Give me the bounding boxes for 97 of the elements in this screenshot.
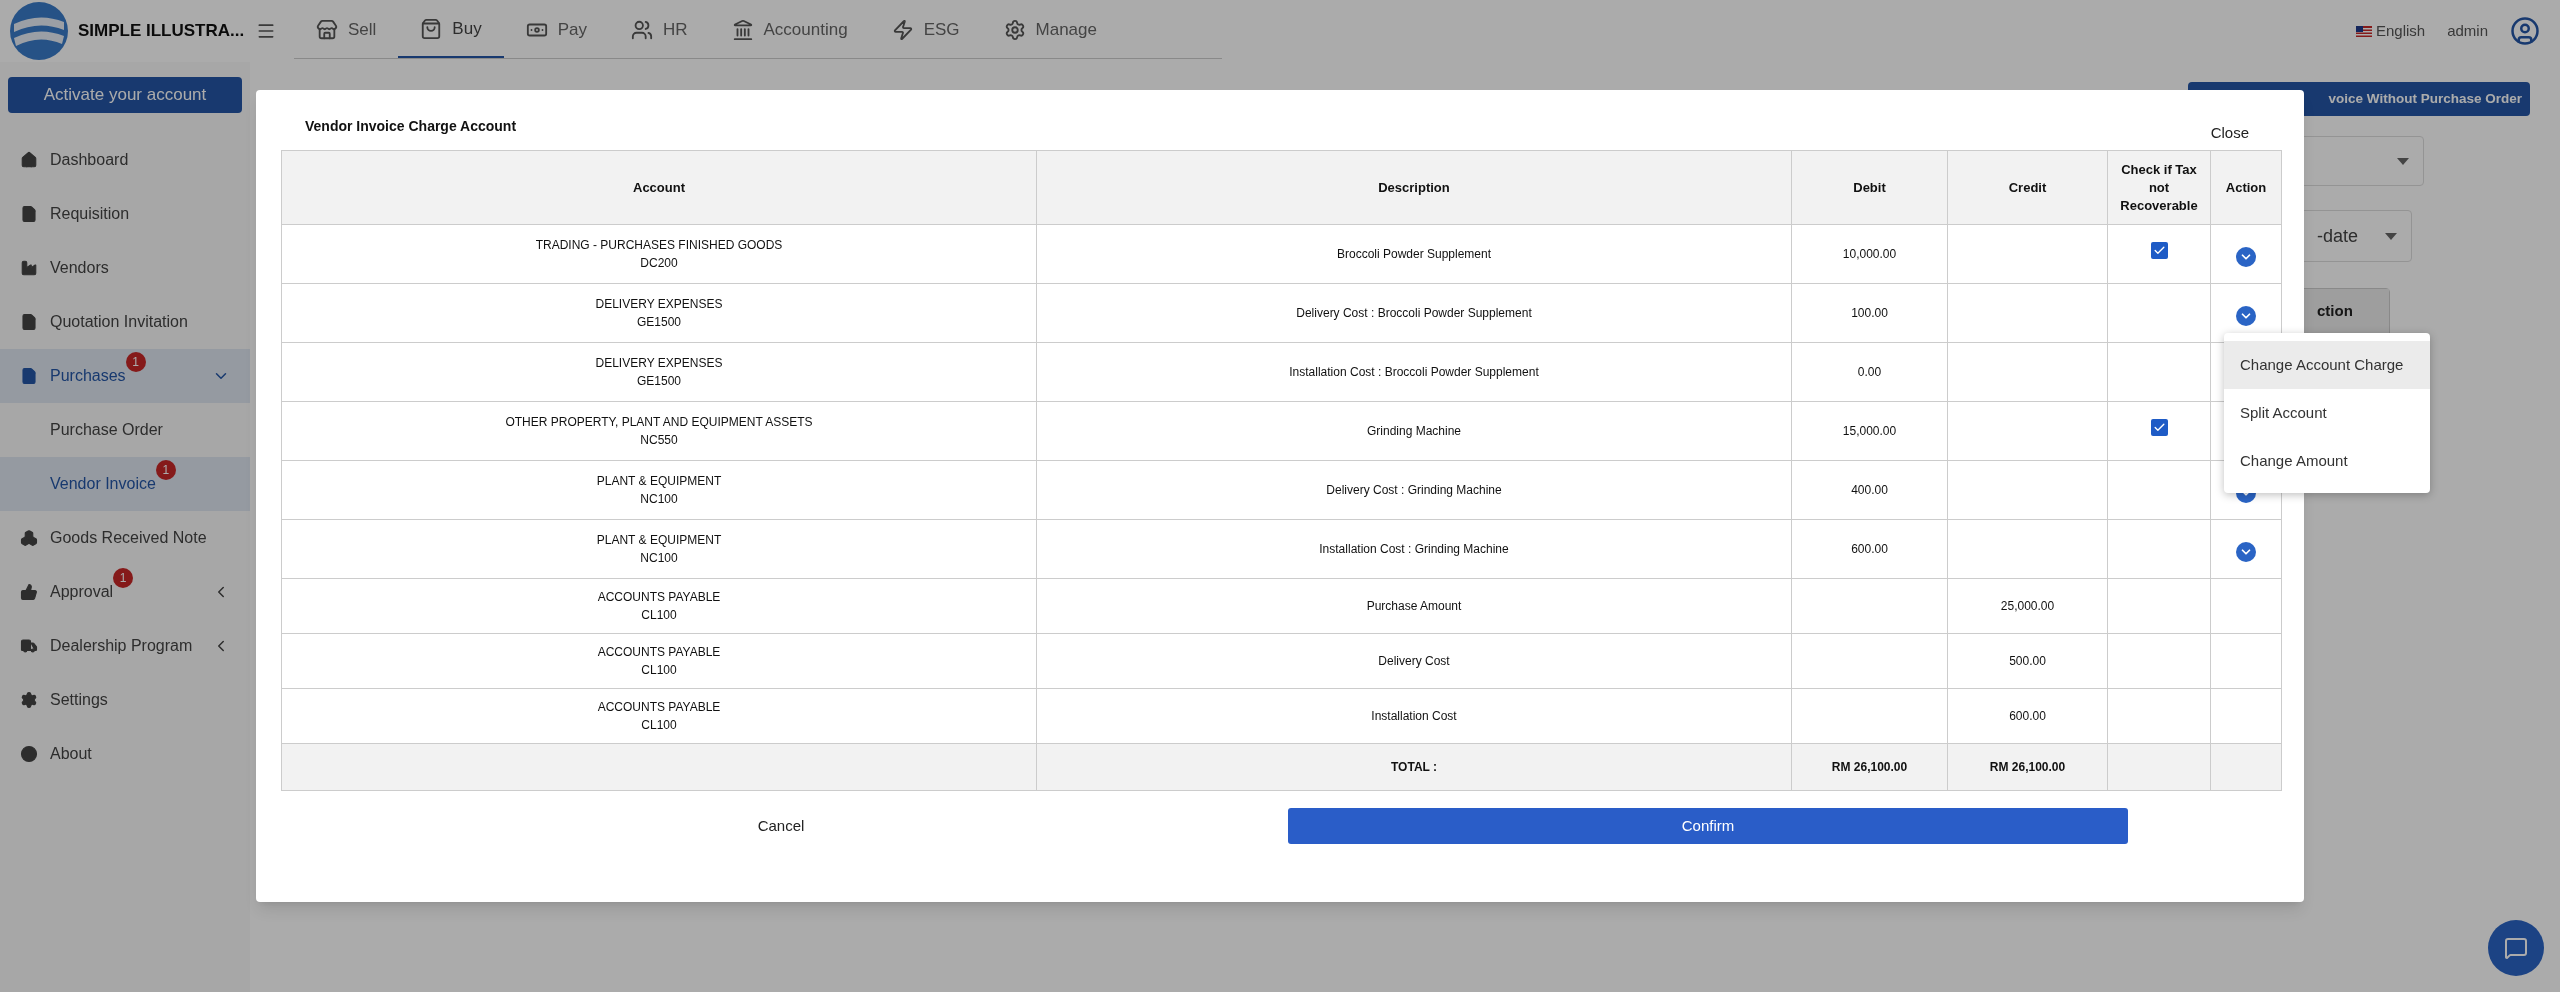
table-cell: DELIVERY EXPENSES GE1500 [281,342,1037,402]
caret-icon [2385,232,2397,240]
factory-icon [20,259,38,277]
table-cell: 600.00 [1791,519,1948,579]
table-cell: PLANT & EQUIPMENT NC100 [281,460,1037,520]
nav-tab[interactable]: Sell [294,2,399,58]
cancel-button[interactable]: Cancel [747,808,815,844]
store-icon [316,19,338,41]
table-cell: 600.00 [1947,688,2108,744]
table-cell: DELIVERY EXPENSES GE1500 [281,283,1037,343]
table-cell: 25,000.00 [1947,578,2108,634]
sidebar-item[interactable]: Approval 1 [0,565,250,619]
user-name[interactable]: admin [2447,19,2488,43]
brand-name: SIMPLE ILLUSTRA... [78,20,245,43]
document-icon [20,205,38,223]
table-cell: 500.00 [1947,633,2108,689]
table-cell: Delivery Cost : Broccoli Powder Supplement [1036,283,1792,343]
table-cell: Installation Cost [1036,688,1792,744]
table-cell: Installation Cost : Broccoli Powder Supplement [1036,342,1792,402]
boxes-icon [20,529,38,547]
nav-tab[interactable]: Buy [398,2,504,58]
table-cell: Broccoli Powder Supplement [1036,224,1792,284]
menu-icon[interactable] [256,21,276,41]
sidebar-item[interactable]: Purchase Order [0,403,250,457]
table-cell: ACCOUNTS PAYABLE CL100 [281,633,1037,689]
menu-item[interactable]: Change Account Charge [2224,341,2430,389]
table-cell: 100.00 [1791,283,1948,343]
menu-item[interactable]: Split Account [2224,389,2430,437]
bank-icon [731,19,754,41]
avatar-icon[interactable] [2510,16,2540,46]
table-cell: Grinding Machine [1036,401,1792,461]
thumbs-up-icon [20,583,38,601]
table-cell: Delivery Cost [1036,633,1792,689]
action-dropdown-button[interactable] [2236,542,2256,562]
sidebar-item[interactable]: Quotation Invitation [0,295,250,349]
total-debit: RM 26,100.00 [1791,743,1948,791]
table-cell: Delivery Cost : Grinding Machine [1036,460,1792,520]
column-header: Debit [1791,150,1948,225]
table-cell: ACCOUNTS PAYABLE CL100 [281,578,1037,634]
table-cell: PLANT & EQUIPMENT NC100 [281,519,1037,579]
action-dropdown-button[interactable] [2236,306,2256,326]
table-cell: 0.00 [1791,342,1948,402]
action-dropdown-button[interactable] [2236,247,2256,267]
nav-tab[interactable]: Pay [503,2,609,58]
column-header: Description [1036,150,1792,225]
column-header: Credit [1947,150,2108,225]
settings-icon [1003,19,1026,41]
table-cell: ACCOUNTS PAYABLE CL100 [281,688,1037,744]
language-selector[interactable]: English [2375,19,2426,43]
checkbox[interactable] [2150,419,2168,437]
sidebar-item[interactable]: Dealership Program [0,619,250,673]
count-badge: 1 [155,460,176,480]
activate-account-button[interactable]: Activate your account [8,77,242,113]
sidebar-item[interactable]: Dashboard [0,133,250,187]
home-icon [20,151,38,169]
menu-item[interactable]: Change Amount [2224,437,2430,485]
flag-icon [2355,25,2372,37]
nav-tab[interactable]: Manage [981,2,1119,58]
truck-icon [20,637,38,655]
sidebar-item[interactable]: Purchases 1 [0,349,250,403]
sidebar-item[interactable]: Settings [0,673,250,727]
sidebar-item[interactable]: About [0,727,250,781]
shopping-bag-icon [420,18,443,40]
count-badge: 1 [113,568,134,588]
close-button[interactable]: Close [2210,122,2249,145]
document-icon [20,313,38,331]
settings-icon [20,691,38,709]
nav-tab[interactable]: HR [608,2,710,58]
lightning-icon [891,19,914,41]
table-cell: 15,000.00 [1791,401,1948,461]
column-header: Account [281,150,1037,225]
chat-button[interactable] [2488,920,2544,976]
count-badge: 1 [125,352,146,372]
table-cell: TRADING - PURCHASES FINISHED GOODS DC200 [281,224,1037,284]
caret-icon [2397,157,2409,165]
chat-icon [2504,936,2528,960]
document-icon [20,367,38,385]
sidebar-item[interactable]: Goods Received Note [0,511,250,565]
total-credit: RM 26,100.00 [1947,743,2108,791]
table-cell: Purchase Amount [1036,578,1792,634]
sidebar-item[interactable]: Vendor Invoice 1 [0,457,250,511]
nav-tab[interactable]: ESG [869,2,982,58]
logo-icon [8,0,70,62]
total-label: TOTAL : [1036,743,1792,791]
sidebar-item[interactable]: Requisition [0,187,250,241]
table-cell: OTHER PROPERTY, PLANT AND EQUIPMENT ASSETS NC550 [281,401,1037,461]
confirm-button[interactable]: Confirm [1288,808,2128,844]
table-cell: 400.00 [1791,460,1948,520]
nav-tab[interactable]: Accounting [709,2,870,58]
checkbox[interactable] [2150,242,2168,260]
column-header: Check if Tax not Recoverable [2107,150,2211,225]
dialog-title: Vendor Invoice Charge Account [305,117,517,136]
column-header: Action [2210,150,2282,225]
sidebar-item[interactable]: Vendors [0,241,250,295]
users-icon [630,19,653,41]
table-cell: Installation Cost : Grinding Machine [1036,519,1792,579]
table-cell: 10,000.00 [1791,224,1948,284]
